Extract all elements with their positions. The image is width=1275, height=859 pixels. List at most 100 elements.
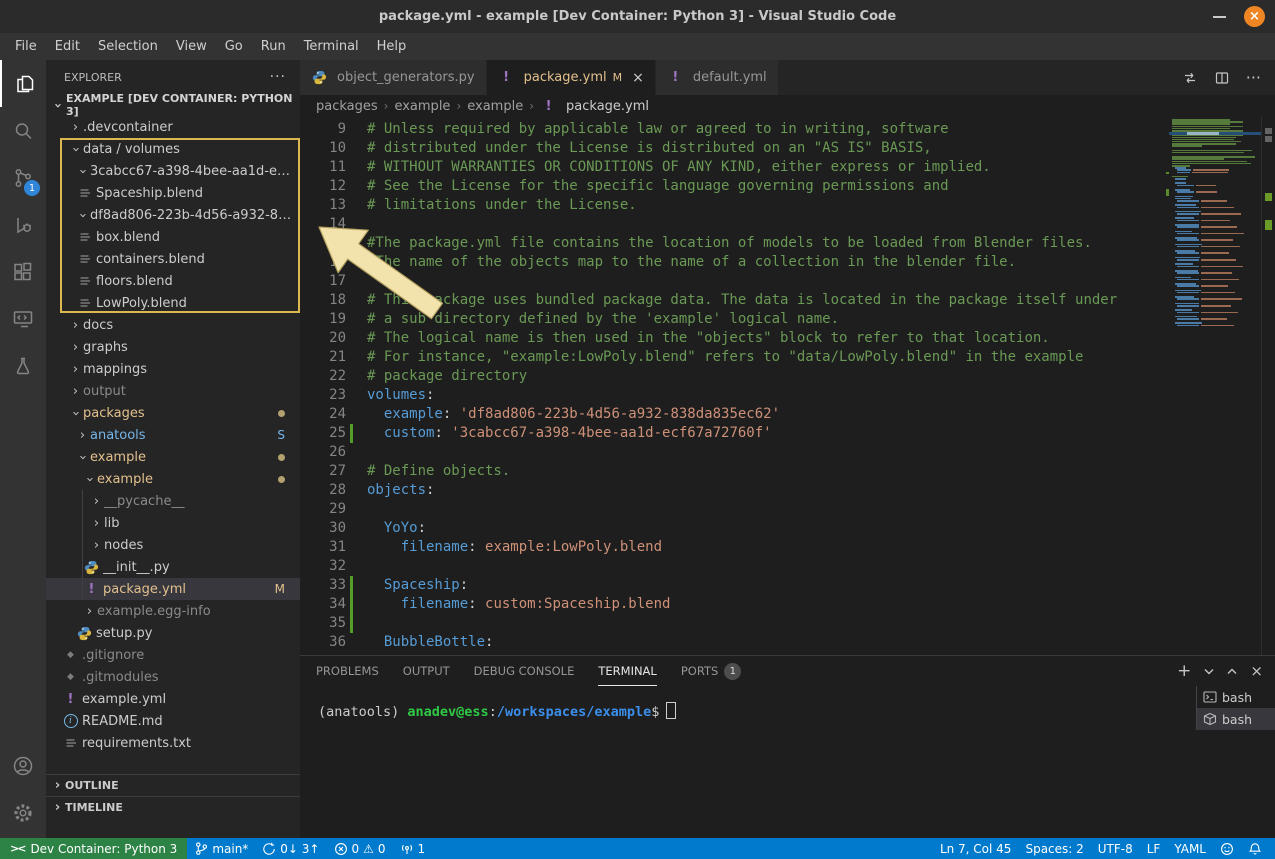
code-line-22[interactable]: 22# package directory (300, 367, 1275, 386)
tab-default-yml[interactable]: !default.yml (656, 60, 779, 95)
chevron-right-icon[interactable]: › (68, 340, 83, 355)
chevron-down-icon[interactable] (1204, 668, 1214, 675)
tree-item-example-yml[interactable]: !example.yml (46, 688, 300, 710)
chevron-down-icon[interactable]: › (82, 472, 97, 487)
menu-item-run[interactable]: Run (252, 33, 295, 60)
chevron-right-icon[interactable]: › (68, 362, 83, 377)
tree-item-example-egg-info[interactable]: ›example.egg-info (46, 600, 300, 622)
run-debug-icon[interactable] (0, 201, 46, 248)
code-line-35[interactable]: 35 (300, 614, 1275, 633)
panel-tab-ports[interactable]: PORTS1 (681, 656, 741, 686)
menu-item-go[interactable]: Go (216, 33, 252, 60)
code-line-23[interactable]: 23volumes: (300, 386, 1275, 405)
menu-item-view[interactable]: View (167, 33, 216, 60)
breadcrumb-item-package-yml[interactable]: package.yml (566, 99, 649, 114)
chevron-right-icon[interactable]: › (89, 516, 104, 531)
chevron-right-icon[interactable]: › (82, 604, 97, 619)
tree-item-example[interactable]: ›example (46, 446, 300, 468)
tree-item-pycache[interactable]: ›__pycache__ (46, 490, 300, 512)
extensions-icon[interactable] (0, 248, 46, 295)
tree-item-setup-py[interactable]: setup.py (46, 622, 300, 644)
tree-item-devcontainer[interactable]: ›.devcontainer (46, 116, 300, 138)
remote-explorer-icon[interactable] (0, 295, 46, 342)
minimize-button[interactable] (1213, 16, 1226, 18)
source-control-icon[interactable]: 1 (0, 154, 46, 201)
tab-package-yml[interactable]: !package.ymlM× (487, 60, 656, 95)
code-line-14[interactable]: 14 (300, 215, 1275, 234)
code-line-36[interactable]: 36 BubbleBottle: (300, 633, 1275, 652)
new-terminal-icon[interactable]: + (1177, 663, 1191, 680)
menu-item-file[interactable]: File (6, 33, 46, 60)
menu-item-help[interactable]: Help (368, 33, 416, 60)
timeline-section[interactable]: › TIMELINE (46, 796, 300, 818)
close-button[interactable]: × (1244, 6, 1265, 27)
tab-close-icon[interactable]: × (632, 70, 644, 86)
eol-sequence[interactable]: LF (1140, 838, 1168, 859)
code-line-24[interactable]: 24 example: 'df8ad806-223b-4d56-a932-838… (300, 405, 1275, 424)
bell-icon[interactable] (1241, 838, 1269, 859)
code-line-20[interactable]: 20# The logical name is then used in the… (300, 329, 1275, 348)
git-branch[interactable]: main* (187, 838, 255, 859)
git-sync[interactable]: 0↓ 3↑ (255, 838, 326, 859)
cursor-position[interactable]: Ln 7, Col 45 (933, 838, 1019, 859)
code-line-29[interactable]: 29 (300, 500, 1275, 519)
problems-indicator[interactable]: 0 ⚠ 0 (327, 838, 393, 859)
chevron-right-icon[interactable]: › (75, 428, 90, 443)
tree-item-gitmodules[interactable]: ◆.gitmodules (46, 666, 300, 688)
panel-tab-debug-console[interactable]: DEBUG CONSOLE (474, 656, 575, 686)
code-line-19[interactable]: 19# a sub directory defined by the 'exam… (300, 310, 1275, 329)
chevron-right-icon[interactable]: › (68, 384, 83, 399)
explorer-icon[interactable] (0, 60, 48, 107)
code-line-31[interactable]: 31 filename: example:LowPoly.blend (300, 538, 1275, 557)
minimap[interactable] (1169, 119, 1262, 333)
tree-item-anatools[interactable]: ›anatoolsS (46, 424, 300, 446)
feedback-smiley-icon[interactable] (1213, 838, 1241, 859)
code-line-9[interactable]: 9# Unless required by applicable law or … (300, 120, 1275, 139)
search-icon[interactable] (0, 107, 46, 154)
maximize-panel-icon[interactable] (1227, 668, 1237, 675)
code-line-17[interactable]: 17 (300, 272, 1275, 291)
code-line-12[interactable]: 12# See the License for the specific lan… (300, 177, 1275, 196)
indentation[interactable]: Spaces: 2 (1018, 838, 1090, 859)
menu-item-selection[interactable]: Selection (89, 33, 167, 60)
split-editor-icon[interactable] (1214, 70, 1230, 86)
close-panel-icon[interactable]: × (1250, 664, 1263, 679)
tree-item-docs[interactable]: ›docs (46, 314, 300, 336)
overview-ruler[interactable] (1261, 117, 1275, 655)
chevron-down-icon[interactable]: › (75, 450, 90, 465)
accounts-icon[interactable] (0, 742, 46, 789)
breadcrumb-item-example[interactable]: example (467, 99, 523, 114)
code-line-28[interactable]: 28objects: (300, 481, 1275, 500)
tree-item-nodes[interactable]: ›nodes (46, 534, 300, 556)
panel-tab-output[interactable]: OUTPUT (403, 656, 450, 686)
tree-item-output[interactable]: ›output (46, 380, 300, 402)
more-actions-icon[interactable]: ··· (1246, 68, 1261, 87)
terminal-session-0[interactable]: bash (1197, 686, 1275, 708)
terminal-output[interactable]: (anatools) anadev@ess:/workspaces/exampl… (300, 686, 1275, 720)
code-editor[interactable]: 9# Unless required by applicable law or … (300, 117, 1275, 655)
code-line-11[interactable]: 11# WITHOUT WARRANTIES OR CONDITIONS OF … (300, 158, 1275, 177)
tree-item-gitignore[interactable]: ◆.gitignore (46, 644, 300, 666)
tree-item-package-yml[interactable]: !package.ymlM (46, 578, 300, 600)
breadcrumb-item-example[interactable]: example (394, 99, 450, 114)
menu-item-terminal[interactable]: Terminal (295, 33, 368, 60)
workspace-section-header[interactable]: › EXAMPLE [DEV CONTAINER: PYTHON 3] (46, 94, 300, 116)
code-line-25[interactable]: 25 custom: '3cabcc67-a398-4bee-aa1d-ecf6… (300, 424, 1275, 443)
code-line-18[interactable]: 18# This package uses bundled package da… (300, 291, 1275, 310)
terminal-session-1[interactable]: bash (1197, 708, 1275, 730)
settings-gear-icon[interactable] (0, 789, 46, 836)
tree-item-init-py[interactable]: __init__.py (46, 556, 300, 578)
chevron-right-icon[interactable]: › (68, 120, 83, 135)
encoding[interactable]: UTF-8 (1091, 838, 1140, 859)
outline-section[interactable]: › OUTLINE (46, 774, 300, 796)
menu-item-edit[interactable]: Edit (46, 33, 89, 60)
code-line-26[interactable]: 26 (300, 443, 1275, 462)
code-line-32[interactable]: 32 (300, 557, 1275, 576)
breadcrumb-item-packages[interactable]: packages (316, 99, 378, 114)
chevron-right-icon[interactable]: › (89, 494, 104, 509)
tree-item-graphs[interactable]: ›graphs (46, 336, 300, 358)
tree-item-example[interactable]: ›example (46, 468, 300, 490)
code-line-33[interactable]: 33 Spaceship: (300, 576, 1275, 595)
open-changes-icon[interactable] (1182, 70, 1198, 86)
code-line-34[interactable]: 34 filename: custom:Spaceship.blend (300, 595, 1275, 614)
